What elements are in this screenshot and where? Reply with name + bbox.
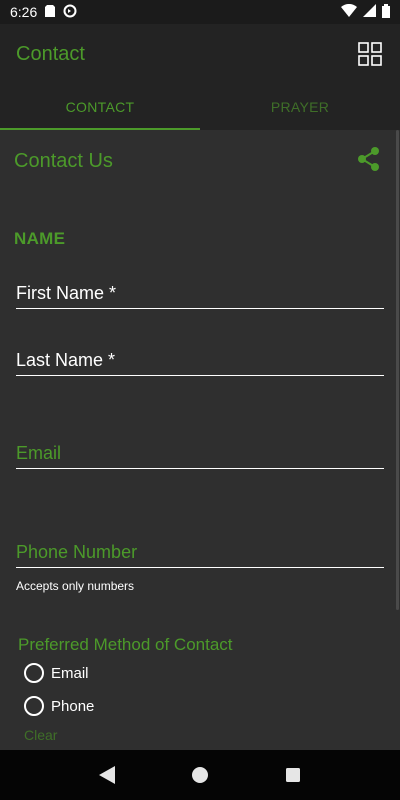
- last-name-label: Last Name *: [16, 350, 116, 370]
- page-title: Contact Us: [14, 150, 113, 172]
- recents-icon: [286, 768, 301, 782]
- wifi-icon: [341, 3, 357, 20]
- home-icon: [191, 767, 208, 783]
- battery-icon: [382, 3, 390, 21]
- home-button[interactable]: [185, 760, 215, 790]
- phone-number-label: Phone Number: [16, 542, 138, 562]
- share-button[interactable]: [356, 146, 382, 172]
- name-section-heading: NAME: [14, 229, 66, 248]
- email-field[interactable]: Email: [16, 443, 384, 469]
- recents-button[interactable]: [278, 760, 308, 790]
- radio-circle-icon: [24, 663, 44, 683]
- status-bar: 6:26: [0, 0, 400, 24]
- radio-phone[interactable]: Phone: [24, 696, 94, 716]
- share-icon: [358, 147, 379, 171]
- phone-helper-text: Accepts only numbers: [16, 579, 135, 593]
- system-nav-bar: [0, 750, 400, 800]
- clear-button[interactable]: Clear: [24, 727, 57, 743]
- sync-icon: [63, 4, 77, 21]
- radio-circle-icon: [24, 696, 44, 716]
- scrollbar[interactable]: [396, 130, 399, 610]
- phone-number-field[interactable]: Phone Number: [16, 542, 384, 568]
- radio-email-label: Email: [51, 664, 89, 682]
- first-name-field[interactable]: First Name *: [16, 283, 384, 309]
- radio-email[interactable]: Email: [24, 663, 89, 683]
- app-title: Contact: [16, 42, 85, 65]
- grid-menu-button[interactable]: [356, 40, 384, 68]
- last-name-field[interactable]: Last Name *: [16, 350, 384, 376]
- tab-prayer[interactable]: PRAYER: [200, 84, 400, 130]
- signal-icon: [363, 4, 376, 20]
- grid-icon: [358, 42, 382, 66]
- contact-form-panel: Contact Us NAME First Name * Last Name *…: [0, 130, 400, 750]
- preferred-contact-heading: Preferred Method of Contact: [18, 635, 233, 654]
- radio-phone-label: Phone: [51, 697, 95, 715]
- back-icon: [98, 766, 115, 784]
- back-button[interactable]: [92, 760, 122, 790]
- app-bar: Contact: [0, 24, 400, 84]
- sd-card-icon: [45, 4, 56, 20]
- email-label: Email: [16, 443, 62, 463]
- tab-bar: CONTACT PRAYER: [0, 84, 400, 130]
- first-name-label: First Name *: [16, 283, 117, 303]
- tab-contact[interactable]: CONTACT: [0, 84, 200, 130]
- status-time: 6:26: [10, 4, 38, 20]
